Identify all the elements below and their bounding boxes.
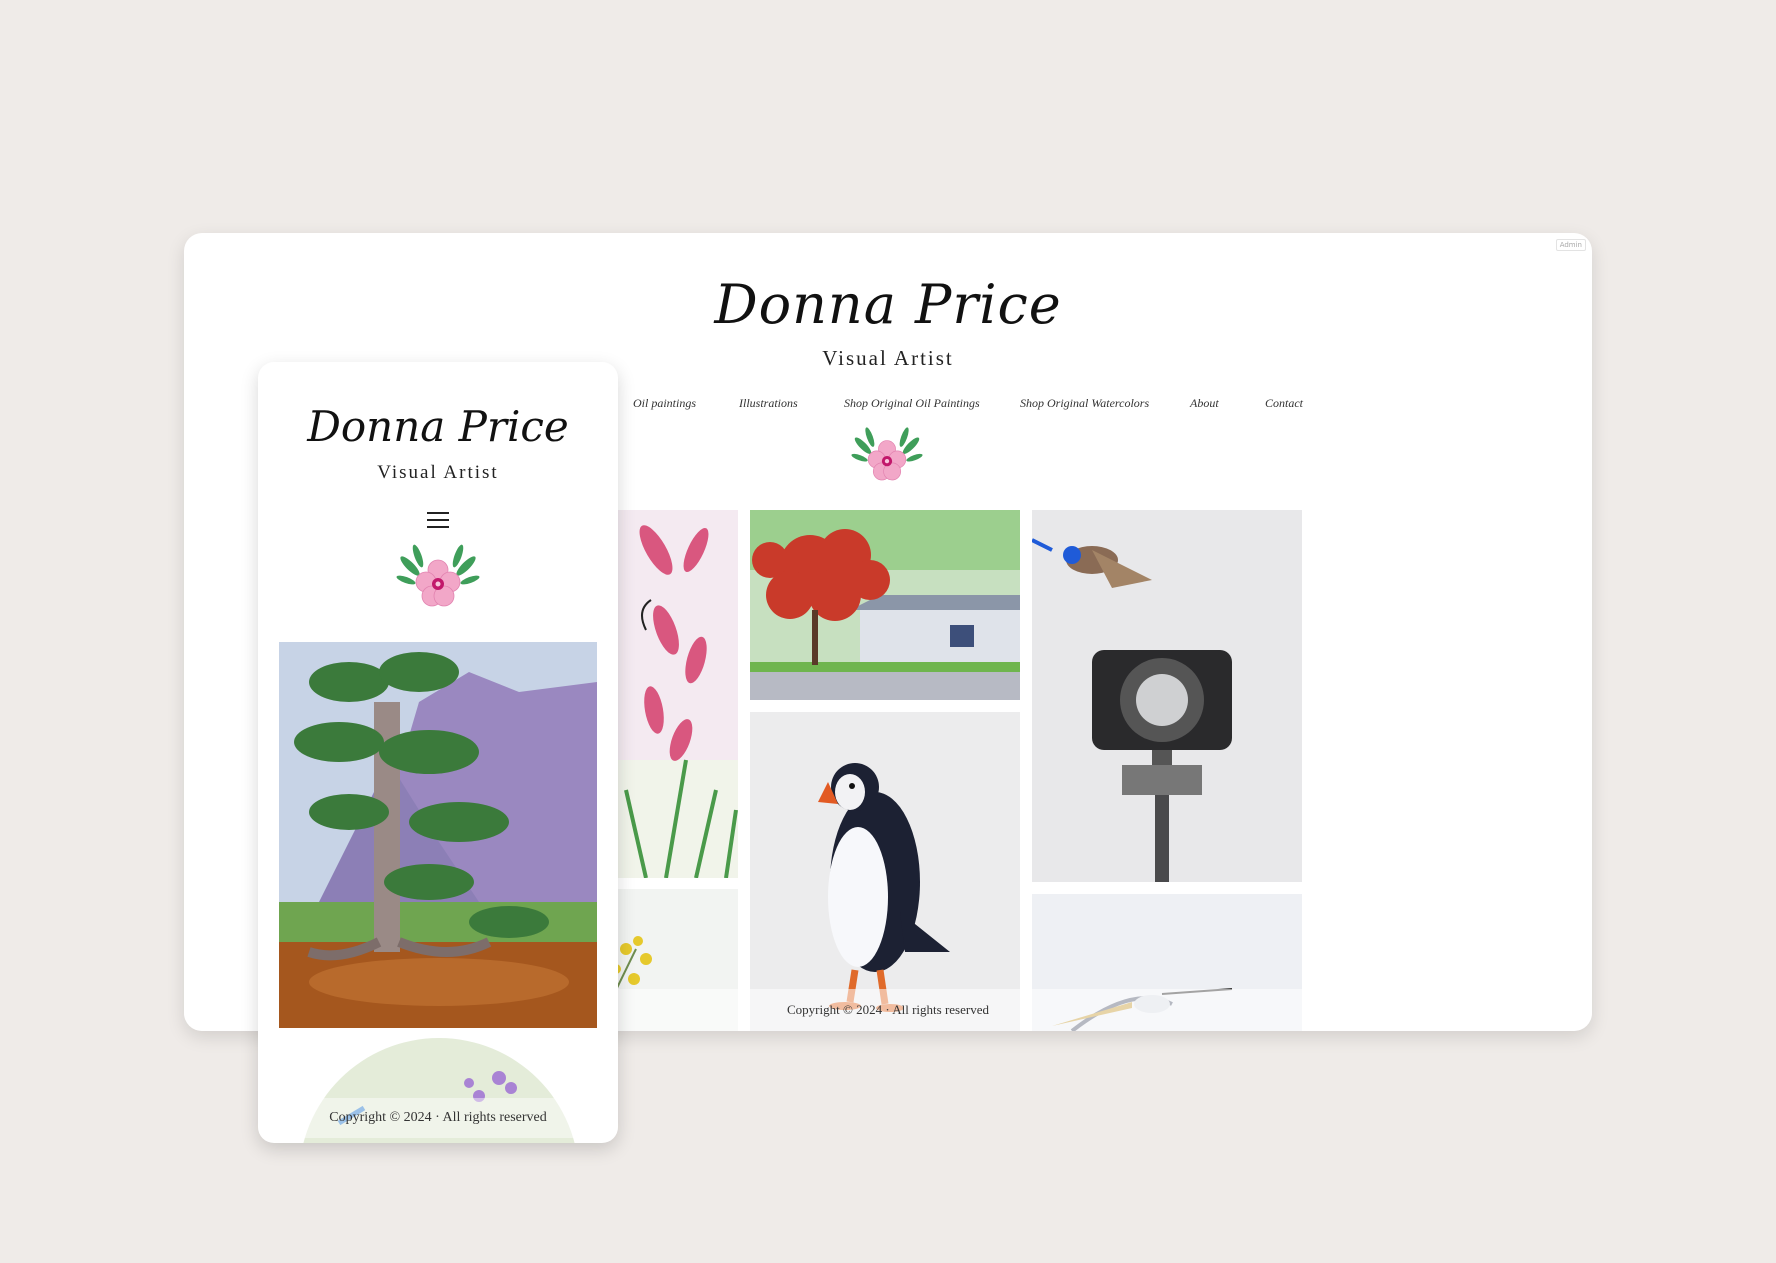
admin-link[interactable]: Admin	[1555, 239, 1586, 251]
nav-about[interactable]: About	[1190, 396, 1219, 411]
nav-oil-paintings[interactable]: Oil paintings	[633, 396, 696, 411]
mobile-gallery-image-pine-tree[interactable]	[279, 642, 597, 1028]
site-title[interactable]: Donna Price	[184, 273, 1592, 336]
mobile-flower-logo-icon	[396, 544, 480, 607]
gallery-image-red-tree-house[interactable]	[750, 510, 1020, 700]
gallery-image-puffin[interactable]	[750, 712, 1020, 1031]
flower-logo-icon	[851, 427, 923, 481]
mobile-footer-copyright: Copyright © 2024 · All rights reserved	[258, 1098, 618, 1138]
nav-illustrations[interactable]: Illustrations	[739, 396, 798, 411]
nav-shop-watercolors[interactable]: Shop Original Watercolors	[1020, 396, 1149, 411]
hamburger-menu-icon[interactable]	[427, 512, 449, 528]
gallery-image-wren-camera[interactable]	[1032, 510, 1302, 882]
mobile-site-title[interactable]: Donna Price	[258, 402, 618, 451]
nav-contact[interactable]: Contact	[1265, 396, 1303, 411]
mobile-mockup: Donna Price Visual Artist Copyright © 20…	[258, 362, 618, 1143]
mobile-site-subtitle: Visual Artist	[377, 462, 499, 483]
nav-shop-oil[interactable]: Shop Original Oil Paintings	[844, 396, 980, 411]
